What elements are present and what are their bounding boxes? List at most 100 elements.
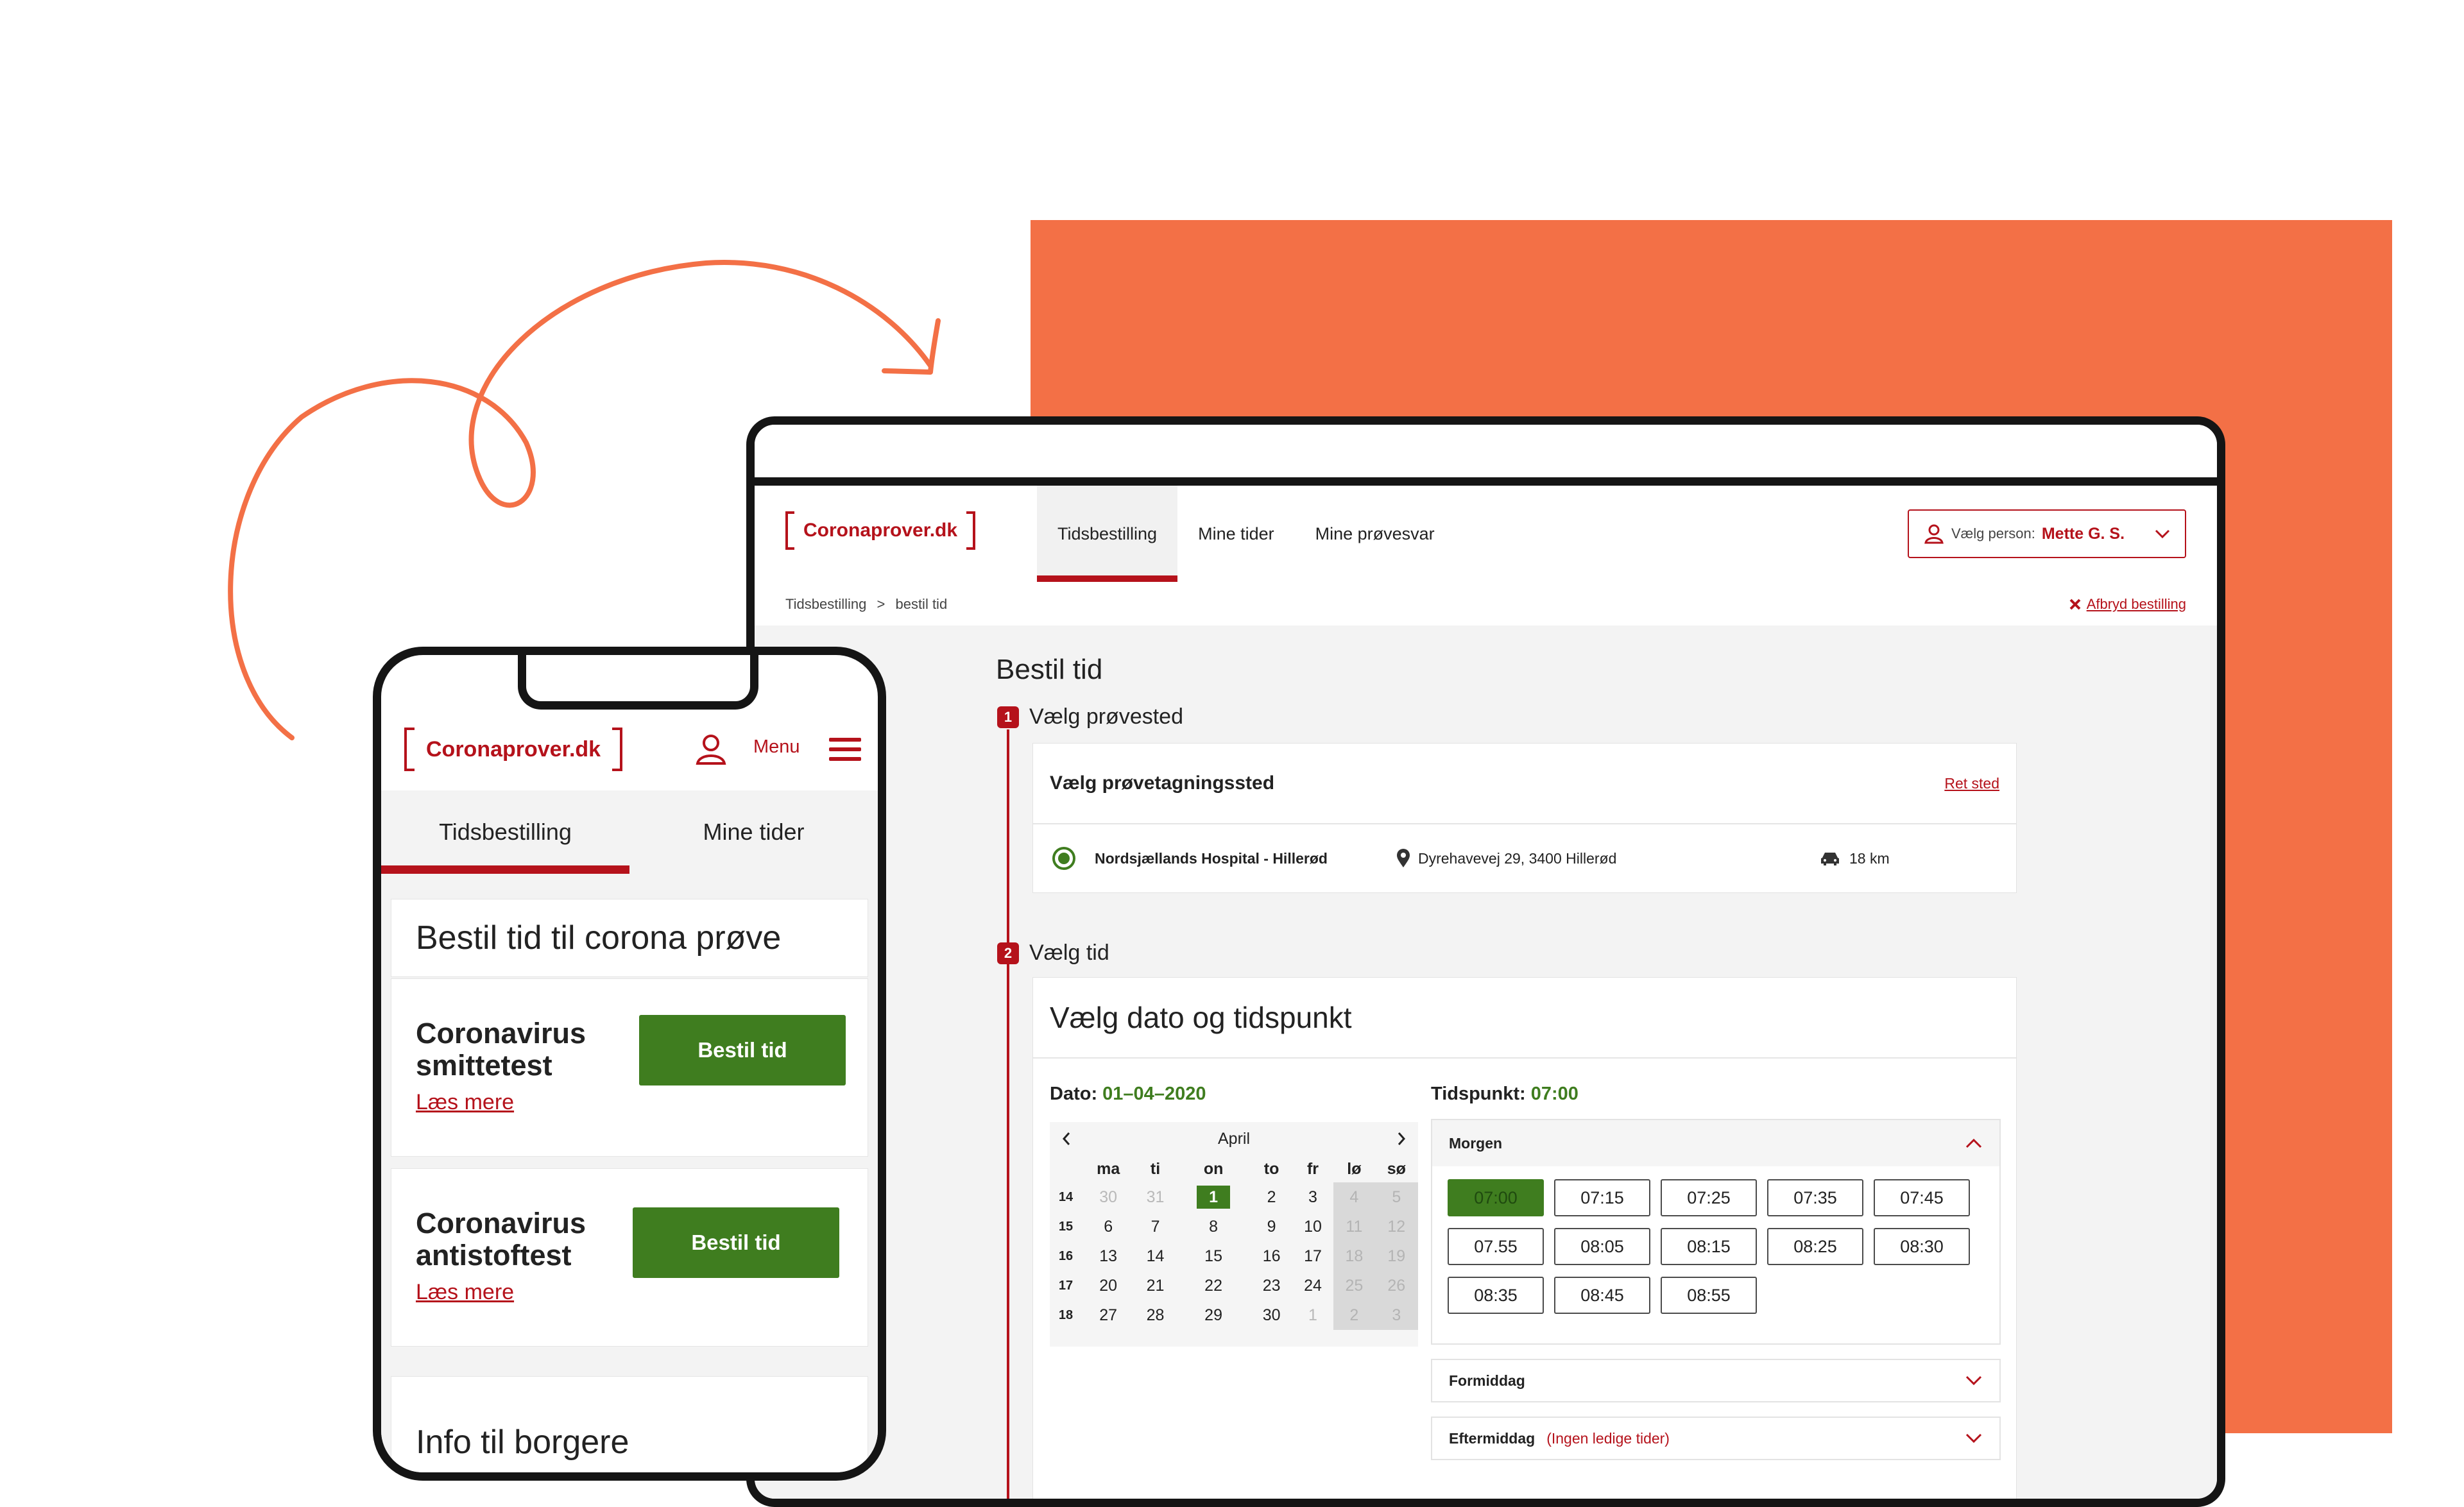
calendar-day[interactable]: 21 [1134, 1271, 1176, 1300]
book-button[interactable]: Bestil tid [639, 1015, 846, 1086]
weekday-header: ma [1097, 1159, 1120, 1178]
calendar-day-weekend: 25 [1333, 1271, 1375, 1300]
time-slot[interactable]: 07:15 [1554, 1179, 1650, 1216]
calendar-day[interactable]: 24 [1292, 1271, 1333, 1300]
person-label: Vælg person: [1951, 525, 2035, 541]
time-slot[interactable]: 08:55 [1661, 1277, 1757, 1314]
calendar-day[interactable]: 9 [1251, 1212, 1292, 1241]
location-radio[interactable] [1052, 847, 1075, 870]
calendar-day-weekend: 19 [1374, 1241, 1418, 1271]
calendar-day[interactable]: 14 [1134, 1241, 1176, 1271]
step-progress-line [1007, 729, 1009, 1499]
formiddag-accordion[interactable]: Formiddag [1431, 1359, 2001, 1402]
calendar-day[interactable]: 16 [1251, 1241, 1292, 1271]
tab-tidsbestilling[interactable]: Tidsbestilling [1037, 486, 1178, 582]
logo[interactable]: Coronaprover.dk [785, 511, 976, 550]
hamburger-menu-icon[interactable] [829, 738, 861, 767]
time-slot[interactable]: 07:35 [1767, 1179, 1863, 1216]
calendar: April ma ti on to fr lø sø 14 30 31 1 2 … [1050, 1122, 1418, 1347]
calendar-day[interactable]: 30 [1251, 1300, 1292, 1330]
calendar-day[interactable]: 6 [1082, 1212, 1134, 1241]
calendar-week-row: 14 30 31 1 2 3 4 5 [1050, 1182, 1418, 1212]
location-address: Dyrehavevej 29, 3400 Hillerød [1396, 849, 1820, 868]
phone-tab-tidsbestilling[interactable]: Tidsbestilling [381, 790, 629, 874]
tab-mine-tider[interactable]: Mine tider [1177, 486, 1295, 582]
cancel-booking-label: Afbryd bestilling [2086, 596, 2186, 612]
breadcrumb-item-current: bestil tid [895, 596, 948, 612]
phone-page-title: Bestil tid til corona prøve [391, 899, 868, 976]
read-more-link[interactable]: Læs mere [416, 1280, 514, 1305]
location-distance-text: 18 km [1849, 849, 1890, 867]
calendar-day[interactable]: 17 [1292, 1241, 1333, 1271]
user-icon[interactable] [694, 733, 728, 766]
week-number: 14 [1058, 1189, 1074, 1204]
week-number: 15 [1058, 1219, 1074, 1234]
calendar-day-selected[interactable]: 1 [1176, 1182, 1251, 1212]
calendar-day[interactable]: 3 [1292, 1182, 1333, 1212]
eftermiddag-accordion[interactable]: Eftermiddag (Ingen ledige tider) [1431, 1417, 2001, 1460]
phone-logo[interactable]: Coronaprover.dk [404, 728, 623, 771]
calendar-grid: ma ti on to fr lø sø 14 30 31 1 2 3 4 5 … [1050, 1155, 1418, 1330]
weekday-header: fr [1306, 1159, 1319, 1178]
change-location-link[interactable]: Ret sted [1944, 775, 1999, 792]
calendar-day[interactable]: 20 [1082, 1271, 1134, 1300]
chevron-left-icon[interactable] [1061, 1131, 1072, 1146]
phone-notch [518, 655, 758, 710]
calendar-day[interactable]: 7 [1134, 1212, 1176, 1241]
time-slot[interactable]: 08:45 [1554, 1277, 1650, 1314]
time-slot[interactable]: 08:30 [1874, 1228, 1970, 1265]
cancel-booking-link[interactable]: Afbryd bestilling [2069, 596, 2186, 613]
time-slot-selected[interactable]: 07:00 [1448, 1179, 1544, 1216]
formiddag-accordion-header[interactable]: Formiddag [1432, 1360, 1999, 1401]
location-distance: 18 km [1820, 850, 1890, 867]
menu-label[interactable]: Menu [753, 736, 800, 758]
phone-tab-mine-tider[interactable]: Mine tider [629, 790, 878, 874]
eftermiddag-label: Eftermiddag [1449, 1429, 1536, 1447]
calendar-day[interactable]: 28 [1134, 1300, 1176, 1330]
date-label: Dato: 01–04–2020 [1050, 1084, 1206, 1105]
logo-bracket-left [785, 511, 794, 550]
calendar-day[interactable]: 22 [1176, 1271, 1251, 1300]
week-number-header [1050, 1155, 1082, 1182]
book-button[interactable]: Bestil tid [633, 1207, 839, 1278]
logo-bracket-left [404, 728, 415, 771]
calendar-day[interactable]: 29 [1176, 1300, 1251, 1330]
calendar-day[interactable]: 23 [1251, 1271, 1292, 1300]
time-label-text: Tidspunkt: [1431, 1084, 1526, 1104]
time-slot[interactable]: 07:45 [1874, 1179, 1970, 1216]
location-card-header: Vælg prøvetagningssted Ret sted [1033, 744, 2016, 824]
weekday-header: ti [1150, 1159, 1161, 1178]
time-slot[interactable]: 08:25 [1767, 1228, 1863, 1265]
morning-accordion-header[interactable]: Morgen [1432, 1120, 1999, 1166]
time-slot[interactable]: 08:35 [1448, 1277, 1544, 1314]
person-selector[interactable]: Vælg person: Mette G. S. [1908, 509, 2186, 558]
location-option[interactable]: Nordsjællands Hospital - Hillerød Dyreha… [1033, 824, 2016, 892]
location-name: Nordsjællands Hospital - Hillerød [1095, 849, 1328, 867]
calendar-week-row: 16 13 14 15 16 17 18 19 [1050, 1241, 1418, 1271]
phone-tabs: Tidsbestilling Mine tider [381, 790, 878, 874]
time-slot[interactable]: 08:05 [1554, 1228, 1650, 1265]
calendar-day[interactable]: 8 [1176, 1212, 1251, 1241]
time-slot[interactable]: 07:25 [1661, 1179, 1757, 1216]
breadcrumb-item-tidsbestilling[interactable]: Tidsbestilling [785, 596, 866, 612]
phone-header: Coronaprover.dk Menu [381, 710, 878, 790]
calendar-day[interactable]: 15 [1176, 1241, 1251, 1271]
tab-mine-provesvar[interactable]: Mine prøvesvar [1295, 486, 1455, 582]
app-header: Coronaprover.dk Tidsbestilling Mine tide… [755, 486, 2217, 582]
step-2-label: Vælg tid [1029, 941, 1109, 965]
calendar-day-weekend: 4 [1333, 1182, 1375, 1212]
calendar-day[interactable]: 10 [1292, 1212, 1333, 1241]
calendar-day[interactable]: 2 [1251, 1182, 1292, 1212]
step-2: 2 Vælg tid [997, 941, 1109, 966]
date-value: 01–04–2020 [1102, 1084, 1206, 1104]
calendar-day[interactable]: 27 [1082, 1300, 1134, 1330]
time-card: Vælg dato og tidspunkt Dato: 01–04–2020 … [1033, 978, 2016, 1499]
chevron-right-icon[interactable] [1396, 1131, 1407, 1146]
read-more-link[interactable]: Læs mere [416, 1090, 514, 1115]
calendar-day[interactable]: 13 [1082, 1241, 1134, 1271]
time-slot-grid: 07:00 07:15 07:25 07:35 07:45 07.55 08:0… [1432, 1166, 1999, 1327]
test-name: Coronavirus antistoftest [416, 1207, 586, 1272]
eftermiddag-accordion-header[interactable]: Eftermiddag (Ingen ledige tider) [1432, 1418, 1999, 1459]
time-slot[interactable]: 08:15 [1661, 1228, 1757, 1265]
time-slot[interactable]: 07.55 [1448, 1228, 1544, 1265]
